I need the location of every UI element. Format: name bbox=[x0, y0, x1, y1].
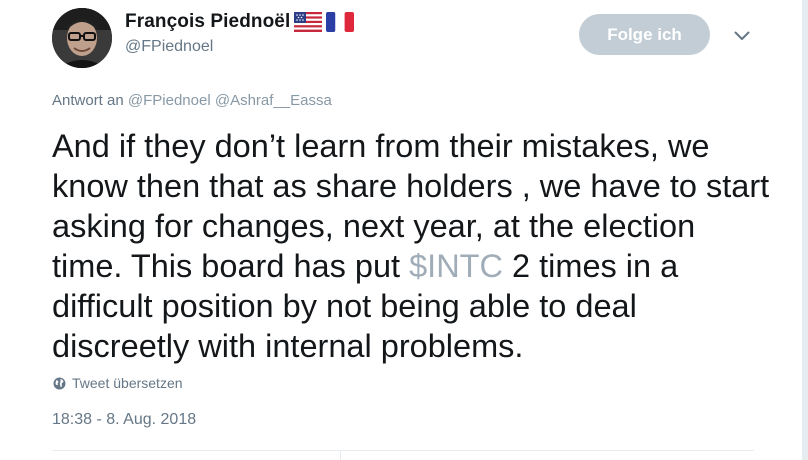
divider bbox=[52, 450, 754, 451]
reply-mention[interactable]: @Ashraf__Eassa bbox=[215, 92, 332, 109]
screen-name[interactable]: @FPiednoel bbox=[125, 38, 354, 56]
divider bbox=[340, 451, 341, 460]
reply-prefix: Antwort an bbox=[52, 92, 124, 109]
tweet-card: François Piednoël @FPiednoel Folge ich A… bbox=[0, 0, 808, 460]
tweet-timestamp[interactable]: 18:38 - 8. Aug. 2018 bbox=[52, 411, 196, 429]
us-flag-icon bbox=[294, 12, 323, 32]
display-name[interactable]: François Piednoël bbox=[125, 11, 290, 33]
more-options-button[interactable] bbox=[730, 26, 754, 46]
avatar[interactable] bbox=[52, 8, 112, 68]
translate-label: Tweet übersetzen bbox=[72, 375, 183, 391]
cashtag-link[interactable]: $INTC bbox=[409, 248, 503, 284]
chevron-down-icon bbox=[734, 31, 750, 40]
user-info: François Piednoël @FPiednoel bbox=[125, 10, 355, 56]
avatar-image bbox=[52, 8, 112, 68]
reply-mention[interactable]: @FPiednoel bbox=[128, 92, 211, 109]
tweet-text: And if they don’t learn from their mista… bbox=[52, 126, 772, 366]
following-button[interactable]: Folge ich bbox=[579, 14, 710, 55]
translate-tweet-link[interactable]: Tweet übersetzen bbox=[53, 375, 183, 391]
reply-context: Antwort an @FPiednoel @Ashraf__Eassa bbox=[52, 92, 332, 109]
display-name-row: François Piednoël bbox=[125, 10, 355, 34]
globe-icon bbox=[53, 377, 66, 389]
fr-flag-icon bbox=[326, 12, 355, 32]
scrollbar-track[interactable] bbox=[802, 0, 808, 460]
